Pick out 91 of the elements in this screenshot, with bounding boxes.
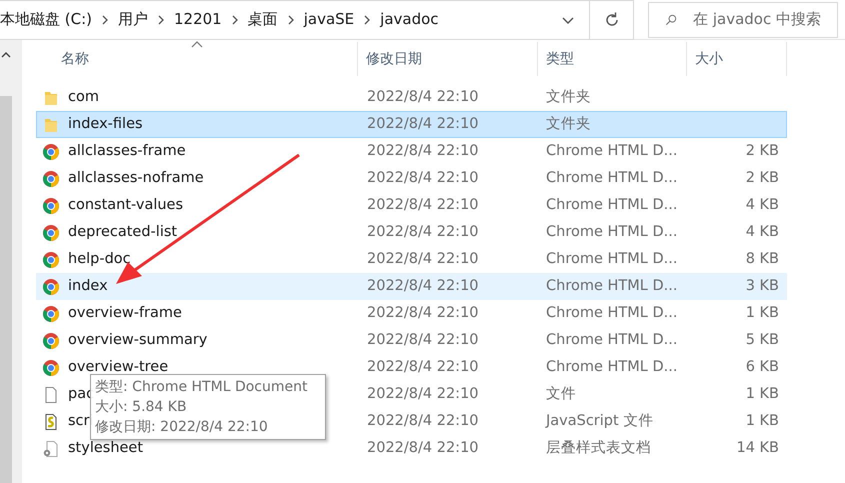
file-name: help-doc [68, 250, 131, 269]
file-size: 1 KB [746, 412, 779, 429]
tooltip-line: 修改日期: 2022/8/4 22:10 [95, 418, 269, 437]
chevron-right-icon [230, 14, 240, 24]
column-header[interactable]: 大小 [687, 42, 787, 76]
file-size: 4 KB [746, 224, 779, 240]
file-size: 1 KB [746, 304, 779, 321]
file-type: Chrome HTML D... [546, 142, 678, 159]
file-size: 2 KB [746, 142, 779, 159]
modified-date: 2022/8/4 22:10 [367, 170, 479, 186]
dropdown-icon[interactable] [561, 14, 575, 24]
modified-date: 2022/8/4 22:10 [367, 142, 479, 159]
file-name: deprecated-list [68, 222, 178, 242]
column-header[interactable]: 名称 [36, 42, 358, 76]
tooltip-line: 大小: 5.84 KB [95, 398, 188, 417]
file-name: allclasses-frame [68, 142, 186, 161]
modified-date: 2022/8/4 22:10 [367, 116, 479, 132]
scroll-up-icon[interactable] [0, 50, 12, 60]
file-name: overview-tree [68, 358, 168, 377]
modified-date: 2022/8/4 22:10 [367, 250, 479, 267]
breadcrumb-item[interactable]: 桌面 [248, 8, 278, 31]
chrome-icon [42, 332, 60, 350]
file-size: 6 KB [746, 358, 779, 375]
file-name: stylesheet [68, 438, 144, 458]
modified-date: 2022/8/4 22:10 [367, 412, 479, 429]
chrome-icon [42, 196, 60, 214]
modified-date: 2022/8/4 22:10 [367, 224, 479, 240]
modified-date: 2022/8/4 22:10 [367, 304, 479, 321]
file-type: Chrome HTML D... [546, 196, 678, 213]
file-size: 4 KB [746, 196, 779, 213]
file-name: overview-frame [68, 304, 182, 323]
file-type: Chrome HTML D... [546, 224, 678, 240]
column-header[interactable]: 类型 [538, 42, 687, 76]
chrome-icon [42, 170, 60, 188]
file-type: Chrome HTML D... [546, 278, 678, 294]
modified-date: 2022/8/4 22:10 [367, 332, 479, 348]
refresh-button[interactable] [590, 0, 634, 40]
file-size: 8 KB [746, 250, 779, 267]
file-type: 文件夹 [546, 116, 591, 132]
modified-date: 2022/8/4 22:10 [367, 440, 479, 456]
tooltip-line: 类型: Chrome HTML Document [95, 378, 308, 397]
file-type: Chrome HTML D... [546, 170, 678, 186]
file-name: index [68, 276, 108, 296]
chrome-icon [42, 142, 60, 160]
file-size: 1 KB [746, 386, 779, 402]
modified-date: 2022/8/4 22:10 [367, 196, 479, 213]
file-name: com [68, 88, 99, 107]
modified-date: 2022/8/4 22:10 [367, 358, 479, 375]
address-bar[interactable]: 本地磁盘 (C:) 用户 12201 桌面 javaSE javadoc [0, 0, 590, 40]
scrollbar[interactable] [0, 96, 12, 483]
file-size: 5 KB [746, 332, 779, 348]
breadcrumb-item[interactable]: 本地磁盘 (C:) [0, 8, 92, 31]
file-name: scri [68, 412, 94, 431]
stylesheet-file-icon [42, 440, 60, 458]
chrome-icon [42, 278, 60, 296]
modified-date: 2022/8/4 22:10 [367, 386, 479, 402]
file-size: 2 KB [746, 170, 779, 186]
breadcrumb-item[interactable]: javadoc [380, 8, 439, 31]
chevron-right-icon [100, 14, 110, 24]
file-row[interactable]: index-files 2022/8/4 22:10 文件夹 [36, 111, 787, 138]
file-name: pac [68, 384, 94, 404]
breadcrumb-item[interactable]: javaSE [304, 8, 354, 31]
file-row[interactable]: index 2022/8/4 22:10 Chrome HTML D... 3 KB [36, 273, 787, 300]
breadcrumb-item[interactable]: 用户 [118, 8, 148, 31]
file-name: index-files [68, 114, 143, 134]
chevron-right-icon [286, 14, 296, 24]
breadcrumb-item[interactable]: 12201 [174, 8, 222, 31]
chrome-icon [42, 250, 60, 268]
file-type: 文件夹 [546, 88, 591, 105]
modified-date: 2022/8/4 22:10 [367, 278, 479, 294]
file-type: Chrome HTML D... [546, 250, 678, 267]
file-type: 文件 [546, 386, 576, 402]
chevron-right-icon [156, 14, 166, 24]
chrome-icon [42, 358, 60, 376]
file-type: Chrome HTML D... [546, 358, 678, 375]
file-name: overview-summary [68, 330, 208, 350]
search-field[interactable]: 在 javadoc 中搜索 [648, 2, 838, 38]
file-name: constant-values [68, 196, 184, 215]
chevron-right-icon [362, 14, 372, 24]
file-type: Chrome HTML D... [546, 304, 678, 321]
file-type: 层叠样式表文档 [546, 440, 651, 456]
chrome-icon [42, 304, 60, 322]
column-header[interactable]: 修改日期 [358, 42, 538, 76]
file-type: JavaScript 文件 [546, 412, 654, 429]
modified-date: 2022/8/4 22:10 [367, 88, 479, 105]
file-type: Chrome HTML D... [546, 332, 678, 348]
sort-up-icon [190, 40, 202, 48]
file-size: 14 KB [736, 440, 779, 456]
file-name: allclasses-noframe [68, 168, 204, 188]
file-size: 3 KB [746, 278, 779, 294]
chrome-icon [42, 224, 60, 242]
